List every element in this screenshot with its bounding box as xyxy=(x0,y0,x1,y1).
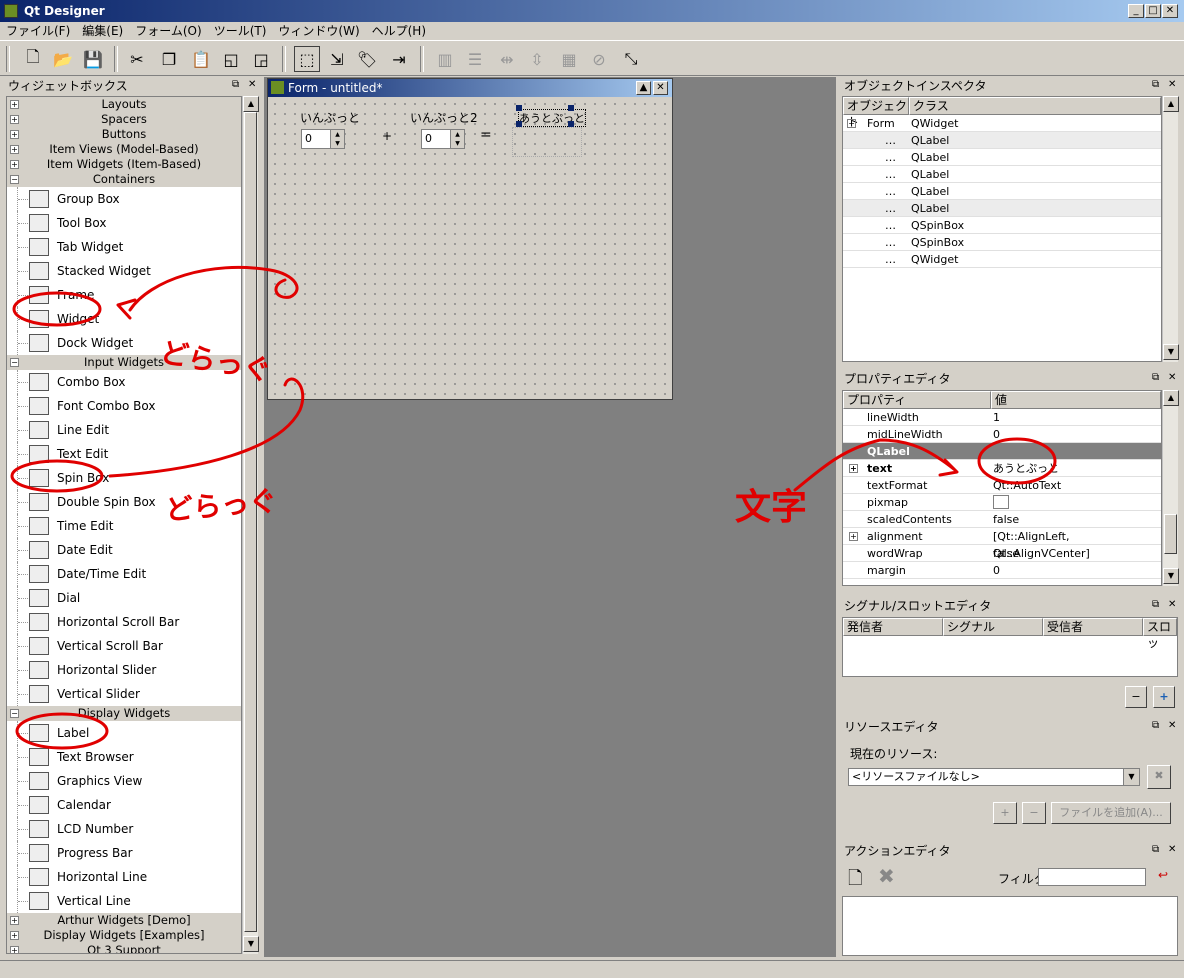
circle-spinbox xyxy=(10,459,104,493)
circle-text-value xyxy=(977,437,1057,485)
circle-label xyxy=(15,712,109,750)
circle-widget xyxy=(12,291,102,327)
drag-arrow-2 xyxy=(108,377,305,478)
text-arrow xyxy=(793,438,959,492)
annotation-moji: 文字 xyxy=(735,487,808,528)
drag-arrow-1 xyxy=(128,265,299,312)
